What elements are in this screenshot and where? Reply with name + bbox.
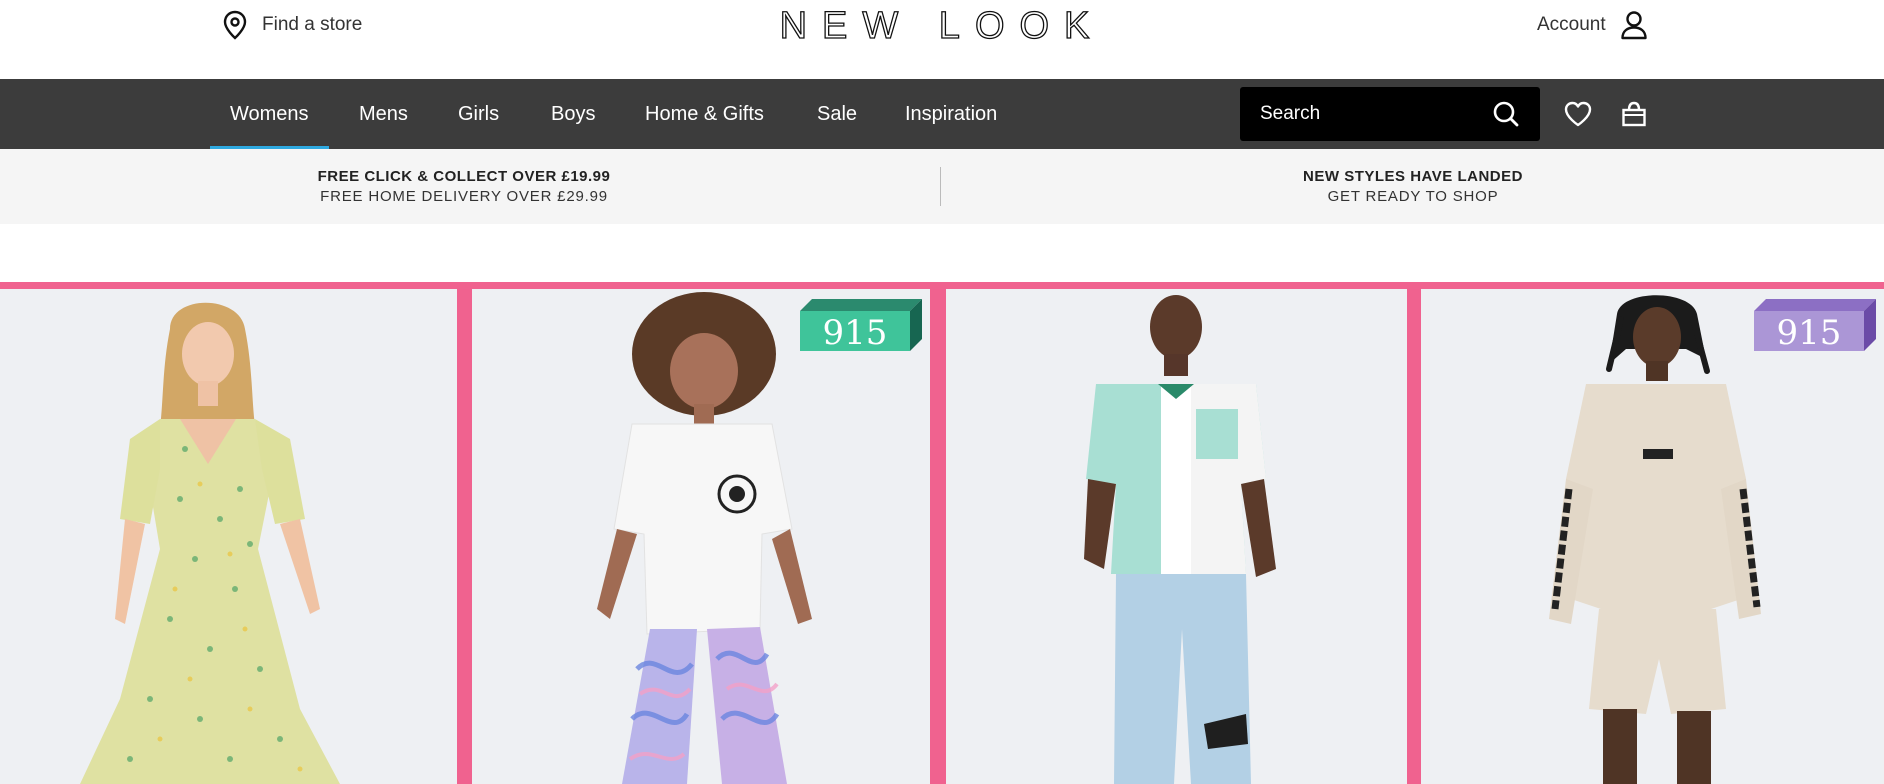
hero-tile-womens-dress[interactable] — [0, 289, 457, 784]
model-mens-image — [1084, 295, 1276, 784]
nav-item-womens[interactable]: Womens — [210, 79, 328, 149]
search-placeholder: Search — [1260, 103, 1321, 124]
promo-divider — [940, 167, 941, 206]
915-badge-purple: 915 — [1754, 299, 1876, 351]
model-girls-image — [597, 292, 812, 784]
badge-915-label: 915 — [823, 313, 888, 351]
915-badge-green: 915 — [800, 299, 922, 351]
brand-name: NEW LOOK — [780, 5, 1105, 44]
nav-item-girls[interactable]: Girls — [458, 79, 499, 149]
wishlist-button[interactable] — [1563, 79, 1593, 149]
search-input[interactable]: Search — [1240, 87, 1540, 141]
account-label: Account — [1537, 14, 1606, 35]
nav-item-boys[interactable]: Boys — [551, 79, 595, 149]
shopping-bag-button[interactable] — [1620, 79, 1648, 149]
nav-item-mens[interactable]: Mens — [359, 79, 408, 149]
promo-delivery-subtitle: FREE HOME DELIVERY OVER £29.99 — [320, 188, 608, 205]
hero-tile-girls[interactable]: 915 — [472, 289, 930, 784]
promo-delivery-title: FREE CLICK & COLLECT OVER £19.99 — [317, 168, 611, 185]
bag-icon — [1622, 101, 1646, 127]
new-look-logo[interactable]: NEW LOOK — [772, 4, 1112, 44]
model-boys-image — [1549, 295, 1761, 784]
main-navigation: Womens Mens Girls Boys Home & Gifts Sale… — [0, 79, 1884, 149]
hero-tile-mens[interactable] — [946, 289, 1407, 784]
promo-new-styles-title: NEW STYLES HAVE LANDED — [1303, 168, 1523, 185]
location-pin-icon — [223, 10, 247, 40]
model-womens-dress-image — [80, 302, 340, 784]
hero-tile-boys[interactable]: 915 — [1421, 289, 1884, 784]
find-a-store-link[interactable]: Find a store — [222, 10, 362, 40]
user-icon — [1620, 11, 1647, 40]
search-icon[interactable] — [1492, 100, 1520, 128]
nav-item-home-and-gifts[interactable]: Home & Gifts — [645, 79, 764, 149]
promo-banner: FREE CLICK & COLLECT OVER £19.99 FREE HO… — [0, 149, 1884, 224]
promo-new-styles-subtitle: GET READY TO SHOP — [1327, 188, 1499, 205]
promo-delivery[interactable]: FREE CLICK & COLLECT OVER £19.99 FREE HO… — [264, 167, 664, 207]
promo-new-styles[interactable]: NEW STYLES HAVE LANDED GET READY TO SHOP — [1213, 167, 1613, 207]
nav-item-inspiration[interactable]: Inspiration — [905, 79, 997, 149]
badge-915-label: 915 — [1777, 313, 1842, 351]
nav-item-sale[interactable]: Sale — [817, 79, 857, 149]
heart-icon — [1564, 101, 1592, 127]
account-link[interactable]: Account — [1537, 10, 1648, 40]
hero-banner[interactable]: 915 915 — [0, 282, 1884, 784]
find-a-store-label: Find a store — [262, 14, 363, 35]
top-header: Find a store NEW LOOK Account — [0, 0, 1884, 79]
